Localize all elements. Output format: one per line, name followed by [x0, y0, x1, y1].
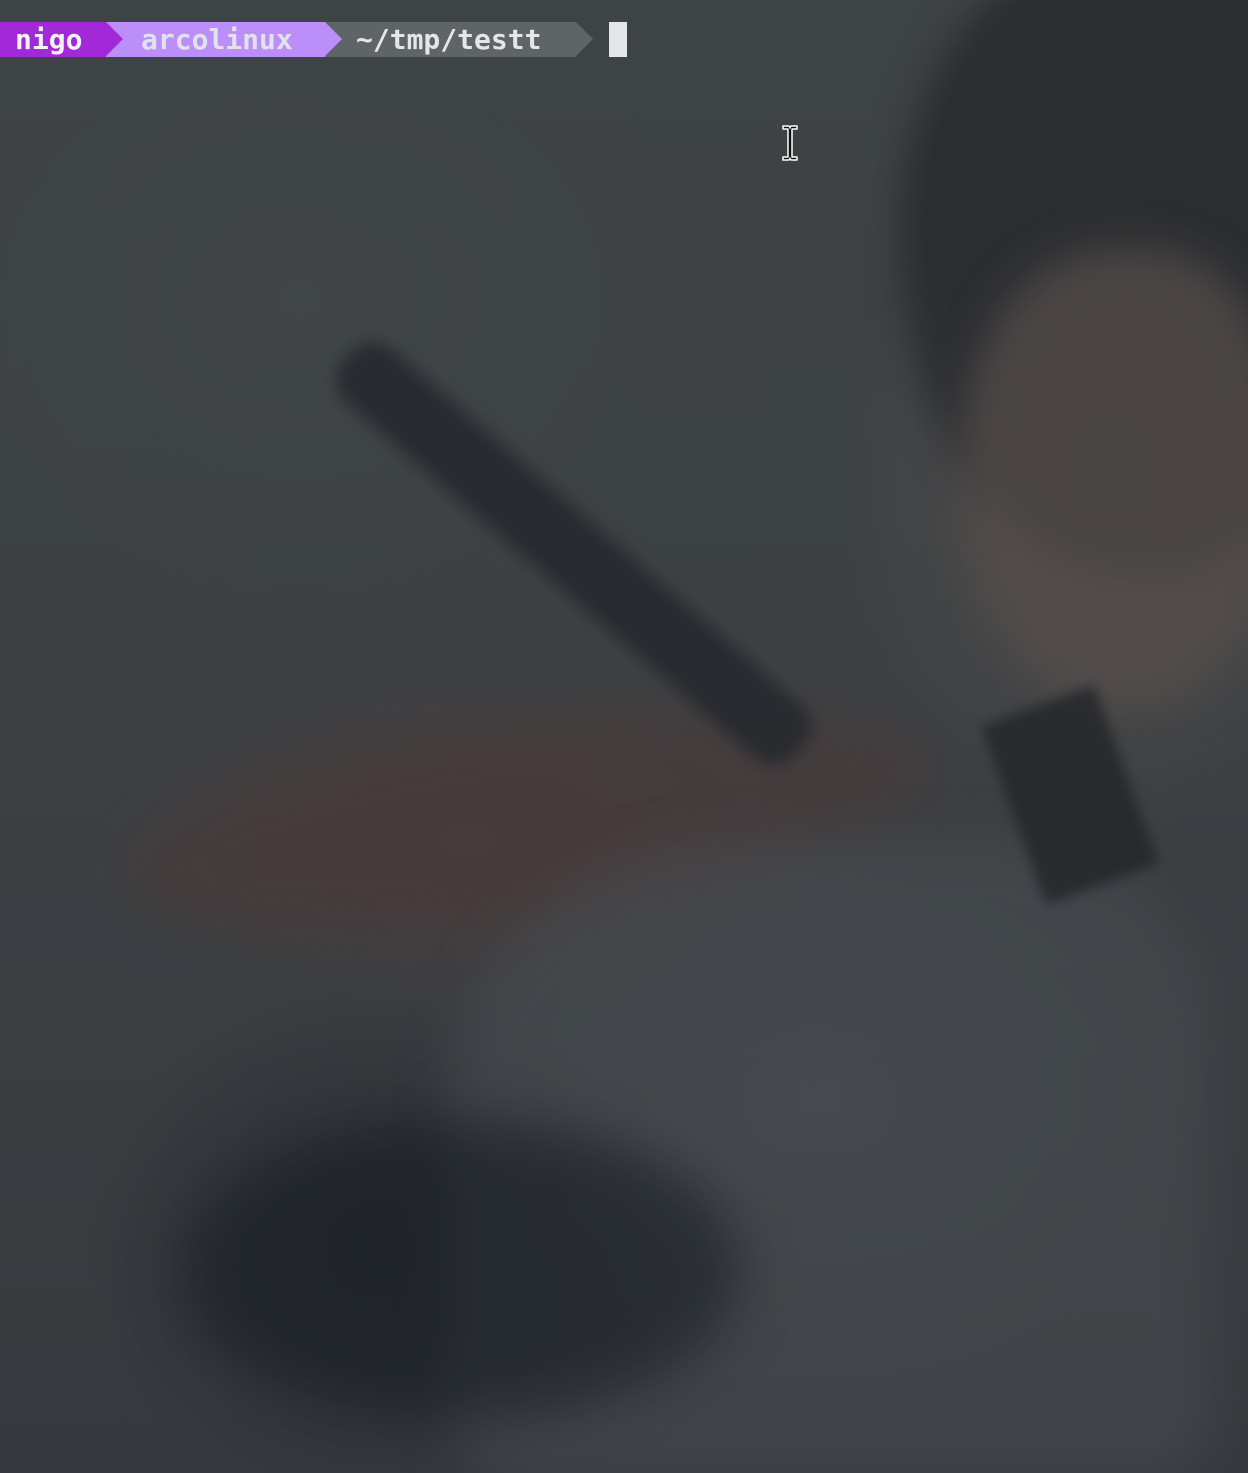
prompt-path-segment: ~/tmp/testt [325, 22, 593, 57]
powerline-arrow [106, 22, 123, 56]
shell-prompt: nigo arcolinux ~/tmp/testt [0, 22, 593, 57]
text-ibeam-icon [782, 125, 798, 161]
prompt-user-segment: nigo [0, 22, 123, 57]
terminal-tint [0, 0, 1248, 1473]
prompt-user: nigo [15, 23, 83, 56]
powerline-arrow [576, 22, 593, 56]
prompt-host-segment: arcolinux [106, 22, 342, 57]
prompt-host: arcolinux [141, 23, 293, 56]
prompt-path: ~/tmp/testt [356, 23, 542, 56]
powerline-arrow [325, 22, 342, 56]
terminal-input-cursor[interactable] [609, 22, 627, 57]
desktop-wallpaper [0, 0, 1248, 1473]
